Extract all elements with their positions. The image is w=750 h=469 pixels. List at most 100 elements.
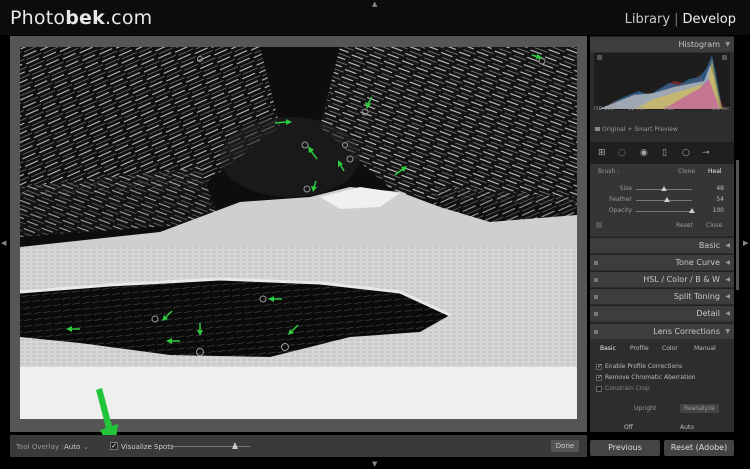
- visualize-threshold-slider[interactable]: [170, 446, 250, 447]
- enable-profile-row: ✓ Enable Profile Corrections: [596, 363, 682, 370]
- section-detail[interactable]: Detail ◀: [590, 305, 734, 321]
- clone-mode-button[interactable]: Clone: [678, 168, 695, 175]
- expand-icon[interactable]: ◀: [725, 276, 730, 283]
- previous-button[interactable]: Previous: [590, 440, 660, 456]
- histogram-chart[interactable]: [594, 53, 730, 110]
- spot-removal-icon[interactable]: ◌: [618, 149, 626, 158]
- lens-tab-manual[interactable]: Manual: [694, 345, 716, 352]
- lens-tabs: Basic Profile Color Manual: [594, 343, 730, 355]
- constrain-crop-label: Constrain Crop: [605, 385, 650, 392]
- left-panel-toggle-icon[interactable]: ◀: [1, 240, 6, 247]
- lens-tab-color[interactable]: Color: [662, 345, 678, 352]
- highlight-clipping-icon[interactable]: [722, 55, 727, 60]
- reset-button[interactable]: Reset: [676, 222, 693, 229]
- exif-iso: ISO 100: [594, 106, 614, 112]
- section-hsl[interactable]: HSL / Color / B & W ◀: [590, 271, 734, 287]
- feather-label: Feather: [609, 196, 632, 203]
- feather-slider-row: Feather 54: [590, 195, 734, 205]
- opacity-slider-row: Opacity 100: [590, 206, 734, 216]
- module-develop[interactable]: Develop: [682, 12, 736, 27]
- collapse-icon[interactable]: ▼: [725, 328, 730, 335]
- exif-aperture: f/16: [664, 106, 674, 112]
- radial-filter-icon[interactable]: ○: [682, 149, 690, 158]
- top-panel-toggle-icon[interactable]: ▲: [372, 1, 377, 8]
- histogram-title: Histogram: [678, 40, 721, 49]
- expand-icon[interactable]: ◀: [725, 259, 730, 266]
- red-eye-icon[interactable]: ◉: [640, 149, 648, 158]
- section-lens-corrections[interactable]: Lens Corrections ▼: [590, 323, 734, 339]
- feather-value[interactable]: 54: [716, 196, 724, 203]
- reanalyze-button[interactable]: Reanalyze: [680, 404, 719, 413]
- upright-off-button[interactable]: Off: [624, 424, 633, 431]
- toggle-icon[interactable]: [594, 312, 598, 316]
- adjustment-brush-icon[interactable]: ⊸: [702, 149, 710, 158]
- graduated-filter-icon[interactable]: ▯: [662, 149, 667, 158]
- exif-focal: 11 mm: [628, 106, 646, 112]
- opacity-slider[interactable]: [636, 211, 692, 212]
- section-basic-label: Basic: [698, 241, 720, 250]
- mask-toggle-icon[interactable]: [596, 222, 602, 228]
- bottom-panel-toggle-icon[interactable]: ▼: [372, 461, 377, 468]
- module-picker: Library | Develop: [625, 12, 736, 27]
- upright-auto-button[interactable]: Auto: [680, 424, 694, 431]
- visualize-spots-label: Visualize Spots: [121, 443, 174, 451]
- expand-icon[interactable]: ◀: [725, 242, 730, 249]
- lens-tab-basic[interactable]: Basic: [600, 345, 616, 352]
- size-value[interactable]: 48: [716, 185, 724, 192]
- visualize-spots-checkbox[interactable]: ✓: [110, 442, 118, 450]
- close-button[interactable]: Close: [706, 222, 722, 229]
- slider-knob-icon[interactable]: [232, 442, 238, 449]
- toggle-icon[interactable]: [594, 330, 598, 334]
- enable-profile-checkbox[interactable]: ✓: [596, 363, 602, 370]
- section-lens-corrections-label: Lens Corrections: [653, 327, 720, 336]
- done-button[interactable]: Done: [551, 440, 579, 452]
- histogram-header[interactable]: Histogram ▼: [590, 36, 734, 52]
- section-detail-label: Detail: [696, 309, 720, 318]
- module-library[interactable]: Library: [625, 12, 670, 27]
- toggle-icon[interactable]: [594, 278, 598, 282]
- chevron-down-icon[interactable]: ⌄: [83, 443, 89, 451]
- upright-label: Upright: [634, 405, 657, 412]
- photo-visualize-spots[interactable]: [20, 47, 577, 419]
- remove-ca-checkbox[interactable]: ✓: [596, 374, 602, 381]
- expand-icon[interactable]: ◀: [725, 310, 730, 317]
- section-split-toning[interactable]: Split Toning ◀: [590, 288, 734, 304]
- upright-mode-row: Off Auto: [596, 422, 724, 432]
- tool-strip: ⊞ ◌ ◉ ▯ ○ ⊸: [590, 142, 734, 164]
- remove-ca-row: ✓ Remove Chromatic Aberration: [596, 374, 696, 381]
- enable-profile-label: Enable Profile Corrections: [605, 363, 683, 370]
- visualized-photo: [20, 47, 577, 419]
- tool-overlay-label: Tool Overlay :: [16, 443, 64, 451]
- logo: Photobek.com: [10, 7, 153, 29]
- constrain-crop-checkbox[interactable]: [596, 385, 602, 392]
- section-basic[interactable]: Basic ◀: [590, 237, 734, 253]
- opacity-value[interactable]: 100: [713, 207, 724, 214]
- toggle-icon[interactable]: [594, 295, 598, 299]
- size-knob-icon[interactable]: [661, 186, 667, 191]
- section-hsl-label: HSL / Color / B & W: [643, 275, 720, 284]
- collapse-icon[interactable]: ▼: [725, 41, 730, 48]
- section-split-toning-label: Split Toning: [673, 292, 720, 301]
- lens-tab-profile[interactable]: Profile: [630, 345, 649, 352]
- feather-knob-icon[interactable]: [664, 197, 670, 202]
- upright-row: Upright Reanalyze: [594, 402, 730, 414]
- constrain-crop-row: Constrain Crop: [596, 385, 650, 392]
- toggle-icon[interactable]: [594, 261, 598, 265]
- tool-overlay-select[interactable]: Auto: [64, 443, 80, 451]
- image-view: [10, 36, 587, 432]
- exif-shutter: 1/3 sec: [711, 106, 730, 112]
- shadow-clipping-icon[interactable]: [597, 55, 602, 60]
- remove-ca-label: Remove Chromatic Aberration: [605, 374, 696, 381]
- reset-adobe-button[interactable]: Reset (Adobe): [664, 440, 734, 456]
- module-separator: |: [674, 12, 679, 27]
- expand-icon[interactable]: ◀: [725, 293, 730, 300]
- panel-scrollbar[interactable]: [736, 160, 739, 290]
- spot-removal-options: Brush : Clone Heal Size 48 Feather 54 Op…: [590, 164, 734, 236]
- original-smart-preview: Original + Smart Preview: [595, 126, 678, 133]
- crop-grid-icon[interactable]: ⊞: [598, 149, 606, 158]
- right-panel-toggle-icon[interactable]: ▶: [743, 240, 748, 247]
- heal-mode-button[interactable]: Heal: [708, 168, 722, 175]
- size-label: Size: [619, 185, 632, 192]
- opacity-knob-icon[interactable]: [689, 208, 695, 213]
- section-tone-curve[interactable]: Tone Curve ◀: [590, 254, 734, 270]
